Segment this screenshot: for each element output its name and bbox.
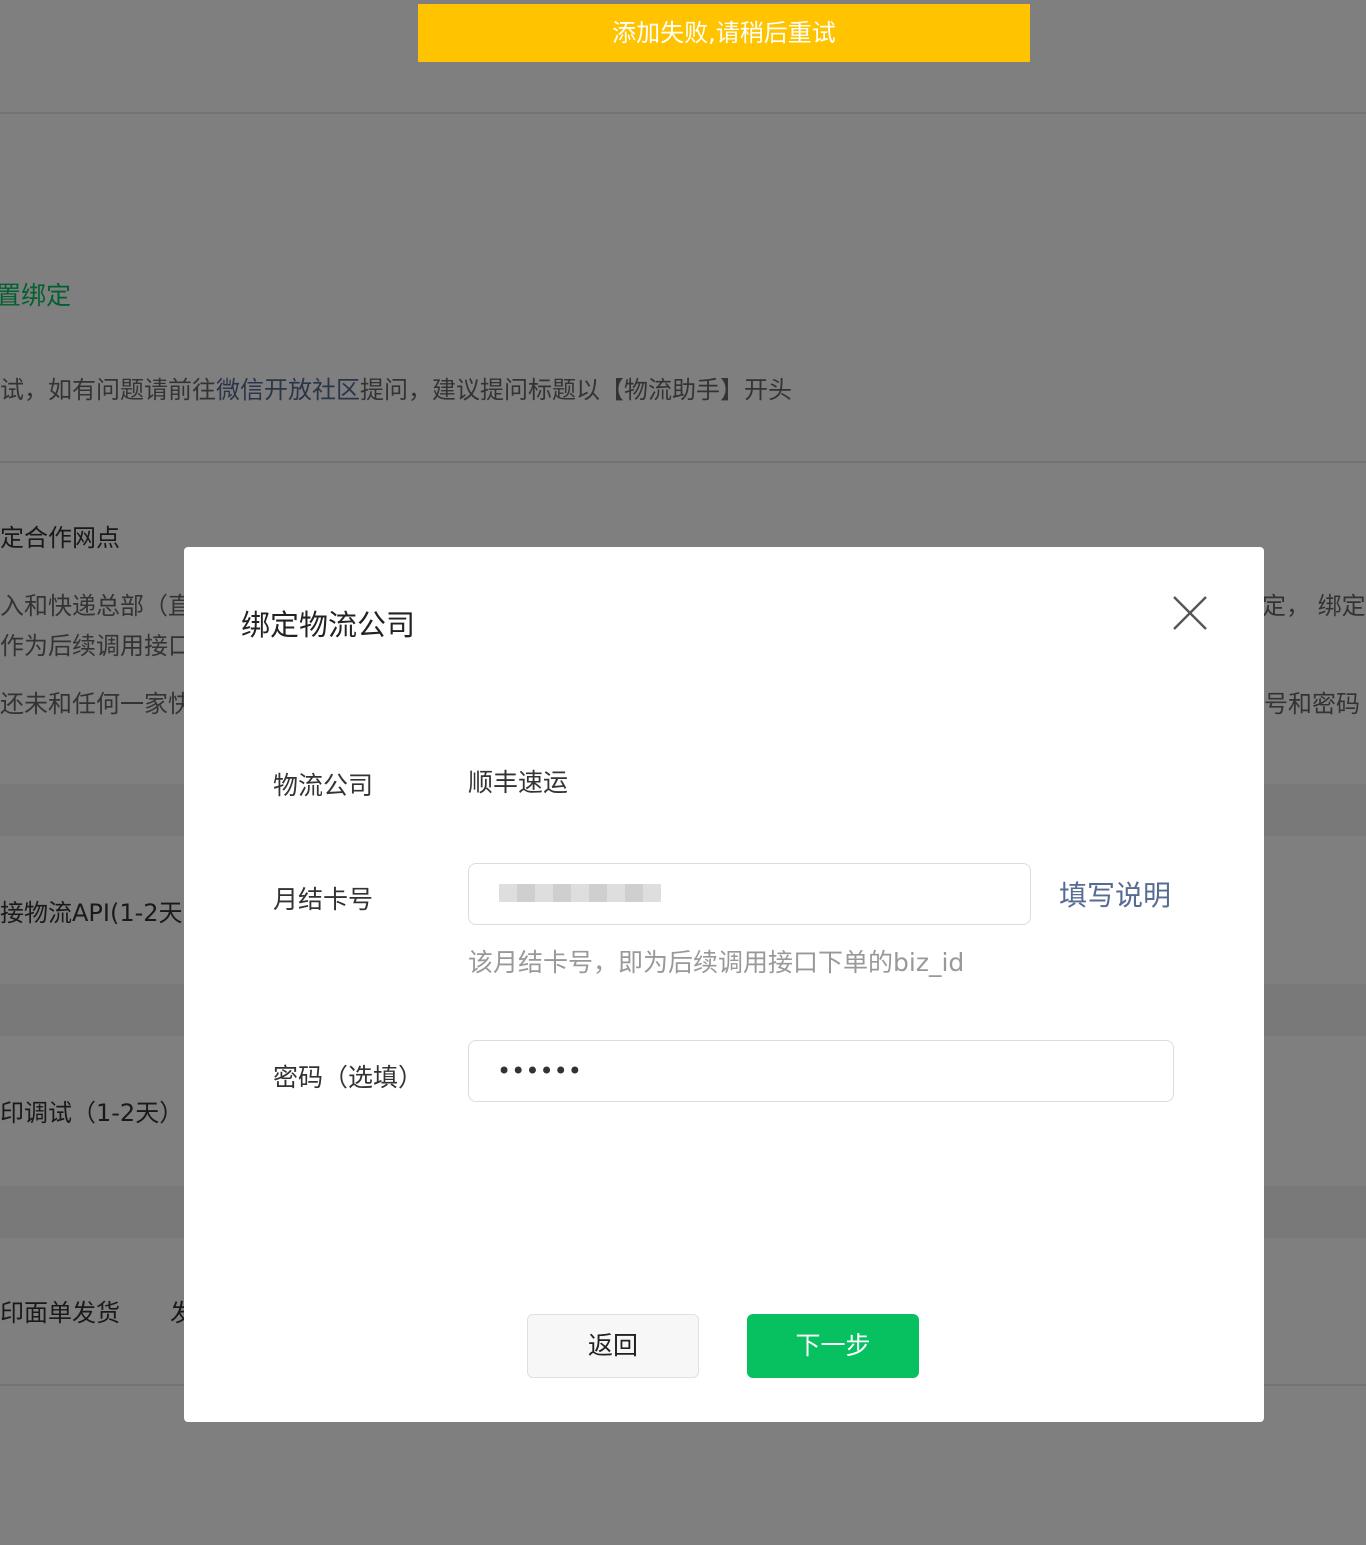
masked-card-number (499, 884, 661, 902)
dialog-title: 绑定物流公司 (241, 608, 416, 642)
card-hint: 该月结卡号，即为后续调用接口下单的biz_id (468, 948, 965, 977)
close-icon-svg (1173, 596, 1207, 630)
close-icon[interactable] (1170, 593, 1210, 633)
password-field[interactable] (468, 1040, 1174, 1102)
next-button[interactable]: 下一步 (747, 1314, 919, 1378)
card-number-field[interactable] (468, 863, 1031, 925)
company-value: 顺丰速运 (468, 768, 569, 797)
bind-logistics-dialog: 绑定物流公司 物流公司 顺丰速运 月结卡号 填写说明 该月结卡号，即为后续调用接… (184, 547, 1264, 1422)
card-label: 月结卡号 (273, 885, 374, 914)
error-toast: 添加失败,请稍后重试 (418, 4, 1030, 62)
password-label: 密码（选填） (273, 1063, 424, 1092)
back-button[interactable]: 返回 (527, 1314, 699, 1378)
password-input[interactable] (469, 1041, 1173, 1101)
company-label: 物流公司 (273, 771, 374, 800)
fill-instructions-link[interactable]: 填写说明 (1059, 877, 1171, 915)
